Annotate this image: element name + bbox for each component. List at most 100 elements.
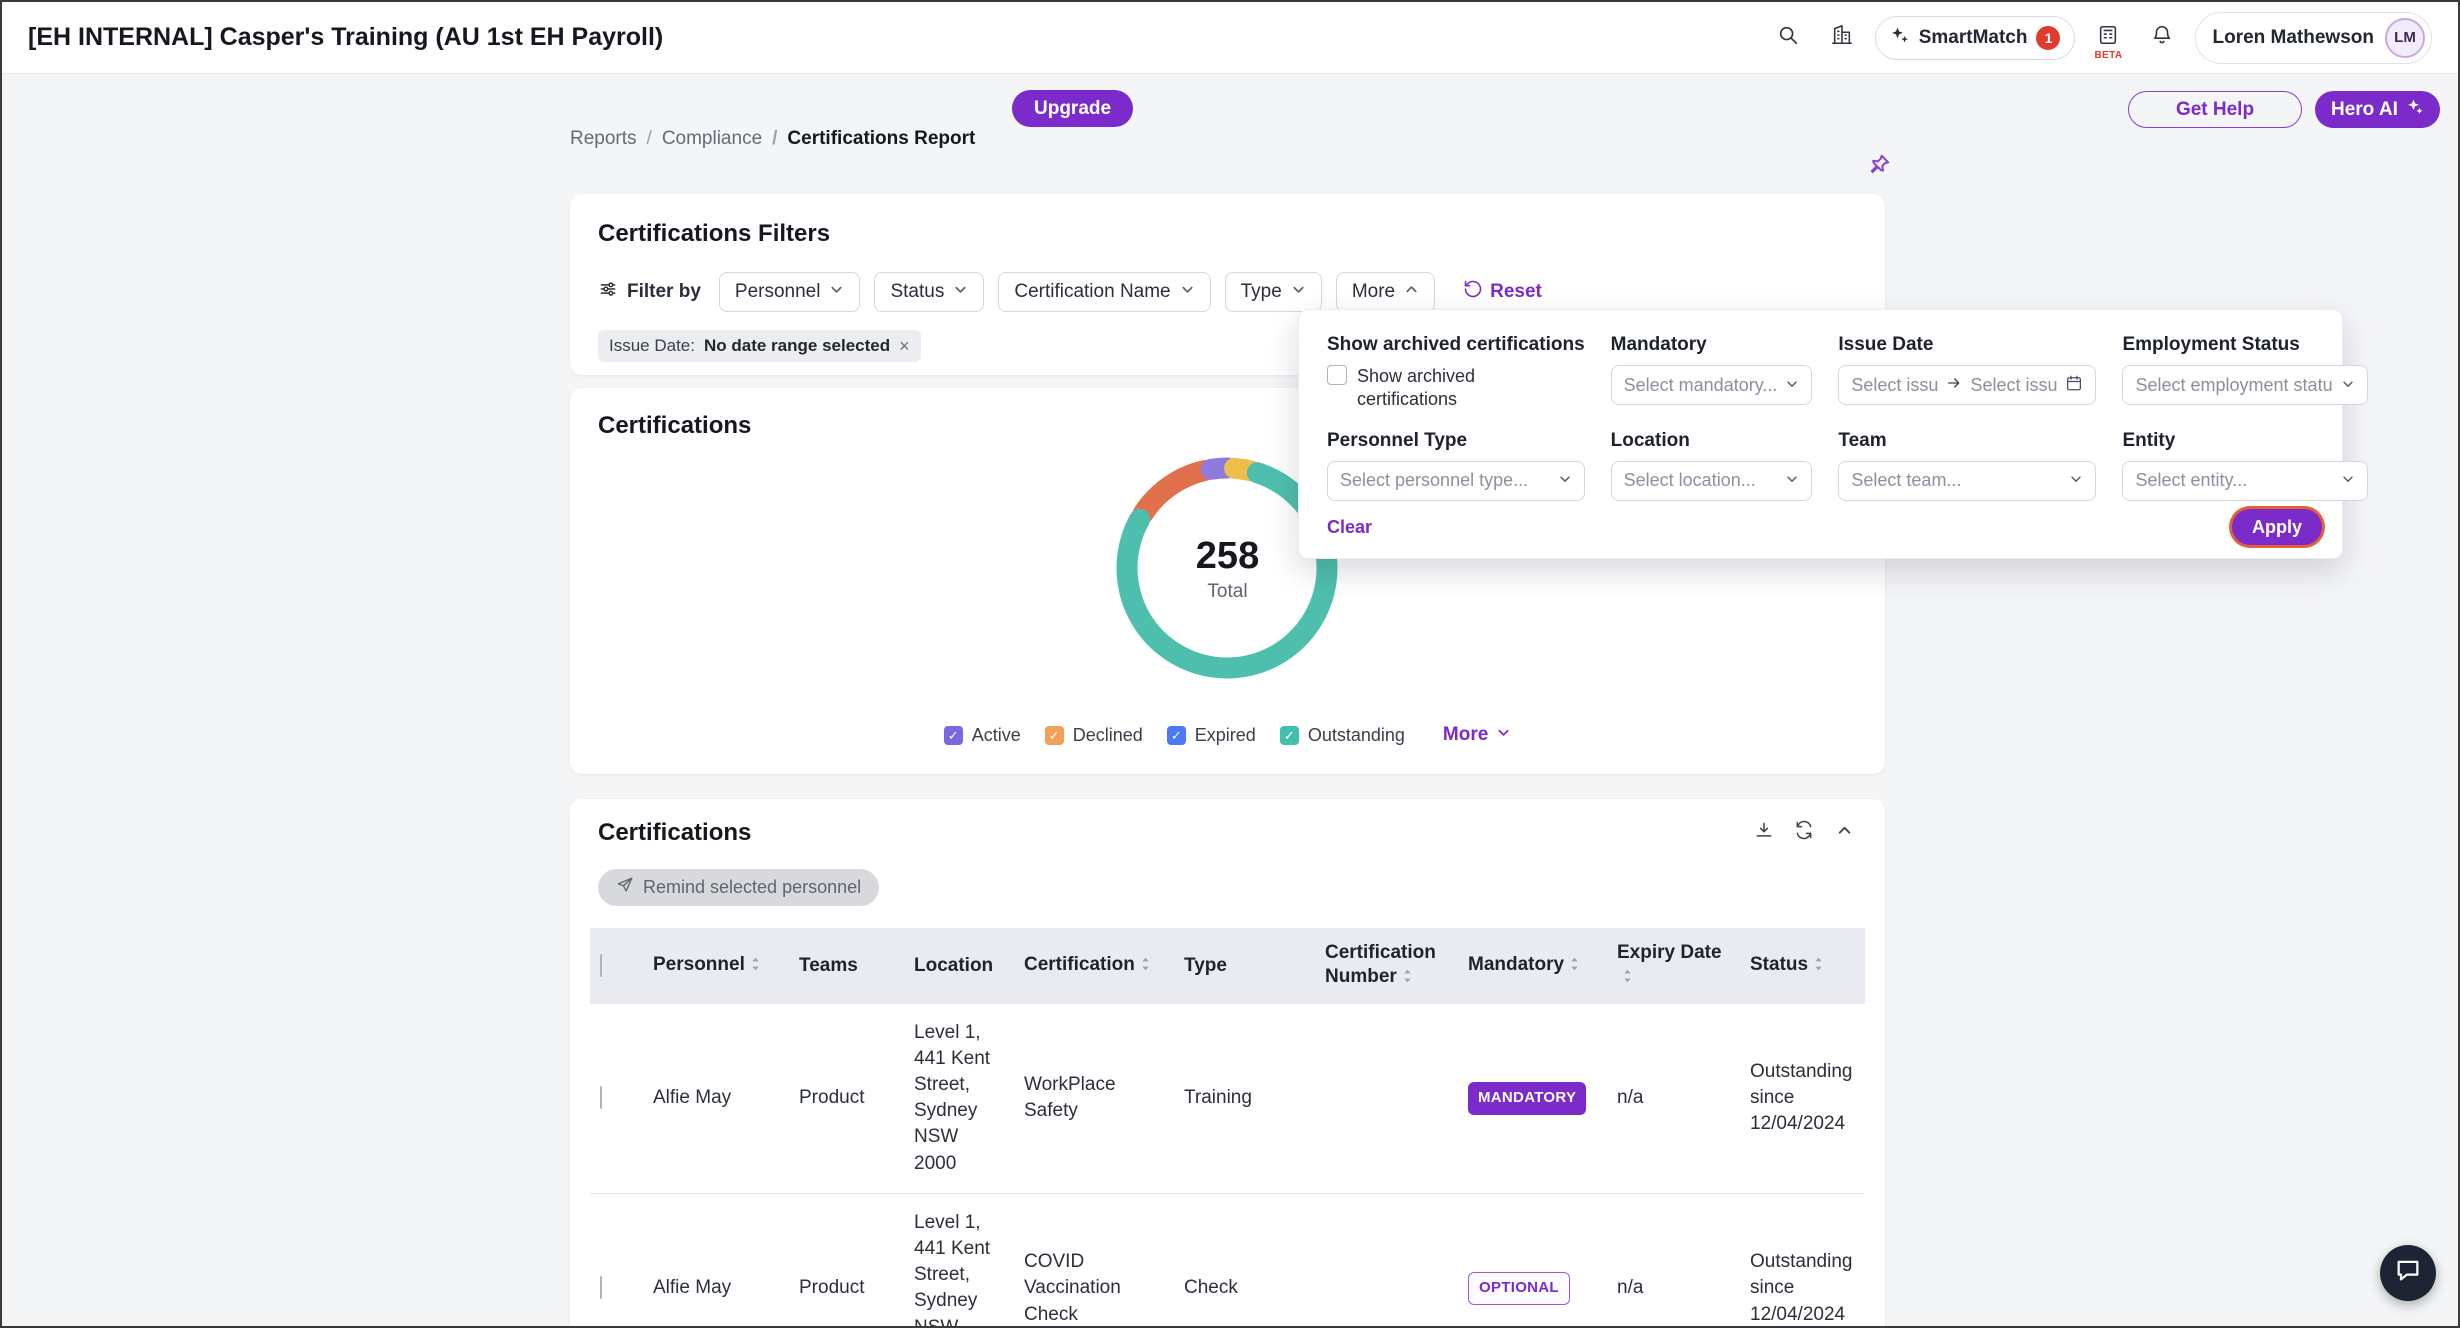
legend-item-active[interactable]: ✓ Active (944, 725, 1021, 746)
active-checkbox[interactable]: ✓ (944, 726, 963, 745)
payroll-icon (2097, 24, 2119, 52)
collapse-button[interactable] (1831, 820, 1857, 846)
select-all-checkbox[interactable] (600, 954, 602, 977)
breadcrumb-reports[interactable]: Reports (570, 128, 637, 150)
col-personnel[interactable]: Personnel (643, 928, 789, 1004)
user-name: Loren Mathewson (2212, 27, 2374, 49)
payroll-beta-button[interactable]: BETA (2087, 17, 2129, 59)
reset-filters-button[interactable]: Reset (1463, 279, 1542, 305)
personnel-filter-button[interactable]: Personnel (719, 272, 861, 312)
legend-label-outstanding: Outstanding (1308, 725, 1405, 746)
col-location[interactable]: Location (904, 928, 1014, 1004)
col-type-label: Type (1184, 955, 1227, 976)
filters-title: Certifications Filters (598, 220, 1857, 248)
expired-checkbox[interactable]: ✓ (1167, 726, 1186, 745)
upgrade-button[interactable]: Upgrade (1012, 90, 1133, 127)
legend-more-label: More (1443, 724, 1488, 746)
download-button[interactable] (1751, 820, 1777, 846)
status-filter-button[interactable]: Status (874, 272, 984, 312)
chevron-down-icon (2341, 470, 2355, 491)
chevron-up-icon (1836, 822, 1853, 845)
entity-placeholder: Select entity... (2135, 470, 2332, 491)
breadcrumb-current: Certifications Report (772, 128, 975, 150)
notifications-button[interactable] (2141, 17, 2183, 59)
col-teams[interactable]: Teams (789, 928, 904, 1004)
hero-ai-label: Hero AI (2331, 99, 2398, 121)
hero-ai-button[interactable]: Hero AI (2315, 91, 2440, 128)
chevron-down-icon (1180, 281, 1195, 303)
location-select[interactable]: Select location... (1611, 461, 1813, 501)
outstanding-checkbox[interactable]: ✓ (1280, 726, 1299, 745)
legend-more-dropdown[interactable]: More (1443, 724, 1511, 746)
cell-status: Outstanding since 12/04/2024 (1740, 1004, 1865, 1194)
legend-item-outstanding[interactable]: ✓ Outstanding (1280, 725, 1405, 746)
legend-item-expired[interactable]: ✓ Expired (1167, 725, 1256, 746)
more-filter-button[interactable]: More (1336, 272, 1435, 312)
entity-label: Entity (2122, 430, 2367, 452)
sparkle-icon (2406, 98, 2424, 122)
chevron-down-icon (829, 281, 844, 303)
chevron-down-icon (1785, 470, 1799, 491)
col-mandatory-label: Mandatory (1468, 954, 1564, 975)
more-filters-panel: Show archived certifications Show archiv… (1298, 309, 2343, 559)
row-checkbox[interactable] (600, 1276, 602, 1299)
cell-certification-number (1315, 1193, 1458, 1328)
mandatory-field: Mandatory Select mandatory... (1611, 334, 1813, 412)
col-expiry-date[interactable]: Expiry Date (1607, 928, 1740, 1004)
topbar: [EH INTERNAL] Casper's Training (AU 1st … (2, 2, 2458, 74)
table-card-title: Certifications (598, 819, 751, 847)
col-certification[interactable]: Certification (1014, 928, 1174, 1004)
organisation-button[interactable] (1821, 17, 1863, 59)
col-status[interactable]: Status (1740, 928, 1865, 1004)
cell-certification: COVID Vaccination Check (1014, 1193, 1174, 1328)
col-personnel-label: Personnel (653, 954, 745, 975)
archived-label: Show archived certifications (1327, 334, 1585, 356)
team-select[interactable]: Select team... (1838, 461, 2096, 501)
declined-checkbox[interactable]: ✓ (1045, 726, 1064, 745)
filter-row: Filter by Personnel Status Certification… (598, 272, 1857, 312)
col-type[interactable]: Type (1174, 928, 1315, 1004)
team-placeholder: Select team... (1851, 470, 2061, 491)
sort-icon (1569, 955, 1580, 979)
location-label: Location (1611, 430, 1813, 452)
smartmatch-button[interactable]: SmartMatch 1 (1875, 16, 2076, 60)
pin-icon[interactable] (1866, 152, 1892, 178)
refresh-button[interactable] (1791, 820, 1817, 846)
remind-selected-personnel-button[interactable]: Remind selected personnel (598, 869, 879, 906)
certification-name-filter-button[interactable]: Certification Name (998, 272, 1210, 312)
col-certification-number[interactable]: Certification Number (1315, 928, 1458, 1004)
entity-select[interactable]: Select entity... (2122, 461, 2367, 501)
show-archived-checkbox-label: Show archived certifications (1357, 365, 1507, 412)
col-mandatory[interactable]: Mandatory (1458, 928, 1607, 1004)
employment-status-select[interactable]: Select employment statu (2122, 365, 2367, 405)
chat-widget-button[interactable] (2380, 1245, 2436, 1301)
cell-type: Check (1174, 1193, 1315, 1328)
cell-teams: Product (789, 1193, 904, 1328)
legend-item-declined[interactable]: ✓ Declined (1045, 725, 1143, 746)
clear-filters-link[interactable]: Clear (1327, 517, 1372, 538)
breadcrumb-compliance[interactable]: Compliance (647, 128, 763, 150)
show-archived-checkbox[interactable] (1327, 365, 1347, 385)
cell-certification-number (1315, 1004, 1458, 1194)
apply-filters-button[interactable]: Apply (2232, 509, 2322, 545)
issue-date-range-input[interactable]: Select issu Select issu (1838, 365, 2096, 405)
type-filter-label: Type (1241, 281, 1282, 303)
filter-by-label: Filter by (627, 281, 701, 303)
chart-legend: ✓ Active ✓ Declined ✓ Expired ✓ Outstand… (570, 724, 1885, 746)
mandatory-select[interactable]: Select mandatory... (1611, 365, 1813, 405)
sliders-icon (598, 279, 618, 305)
legend-label-declined: Declined (1073, 725, 1143, 746)
personnel-type-select[interactable]: Select personnel type... (1327, 461, 1585, 501)
type-filter-button[interactable]: Type (1225, 272, 1322, 312)
certifications-table: Personnel Teams Location Certification T… (590, 928, 1865, 1328)
optional-badge: OPTIONAL (1468, 1272, 1570, 1305)
get-help-button[interactable]: Get Help (2128, 91, 2302, 128)
issue-date-label: Issue Date (1838, 334, 2096, 356)
location-field: Location Select location... (1611, 430, 1813, 501)
issue-date-field: Issue Date Select issu Select issu (1838, 334, 2096, 412)
row-checkbox[interactable] (600, 1086, 602, 1109)
search-button[interactable] (1767, 17, 1809, 59)
user-menu[interactable]: Loren Mathewson LM (2195, 12, 2432, 64)
cell-personnel: Alfie May (643, 1004, 789, 1194)
chip-close-icon[interactable]: × (899, 337, 910, 355)
